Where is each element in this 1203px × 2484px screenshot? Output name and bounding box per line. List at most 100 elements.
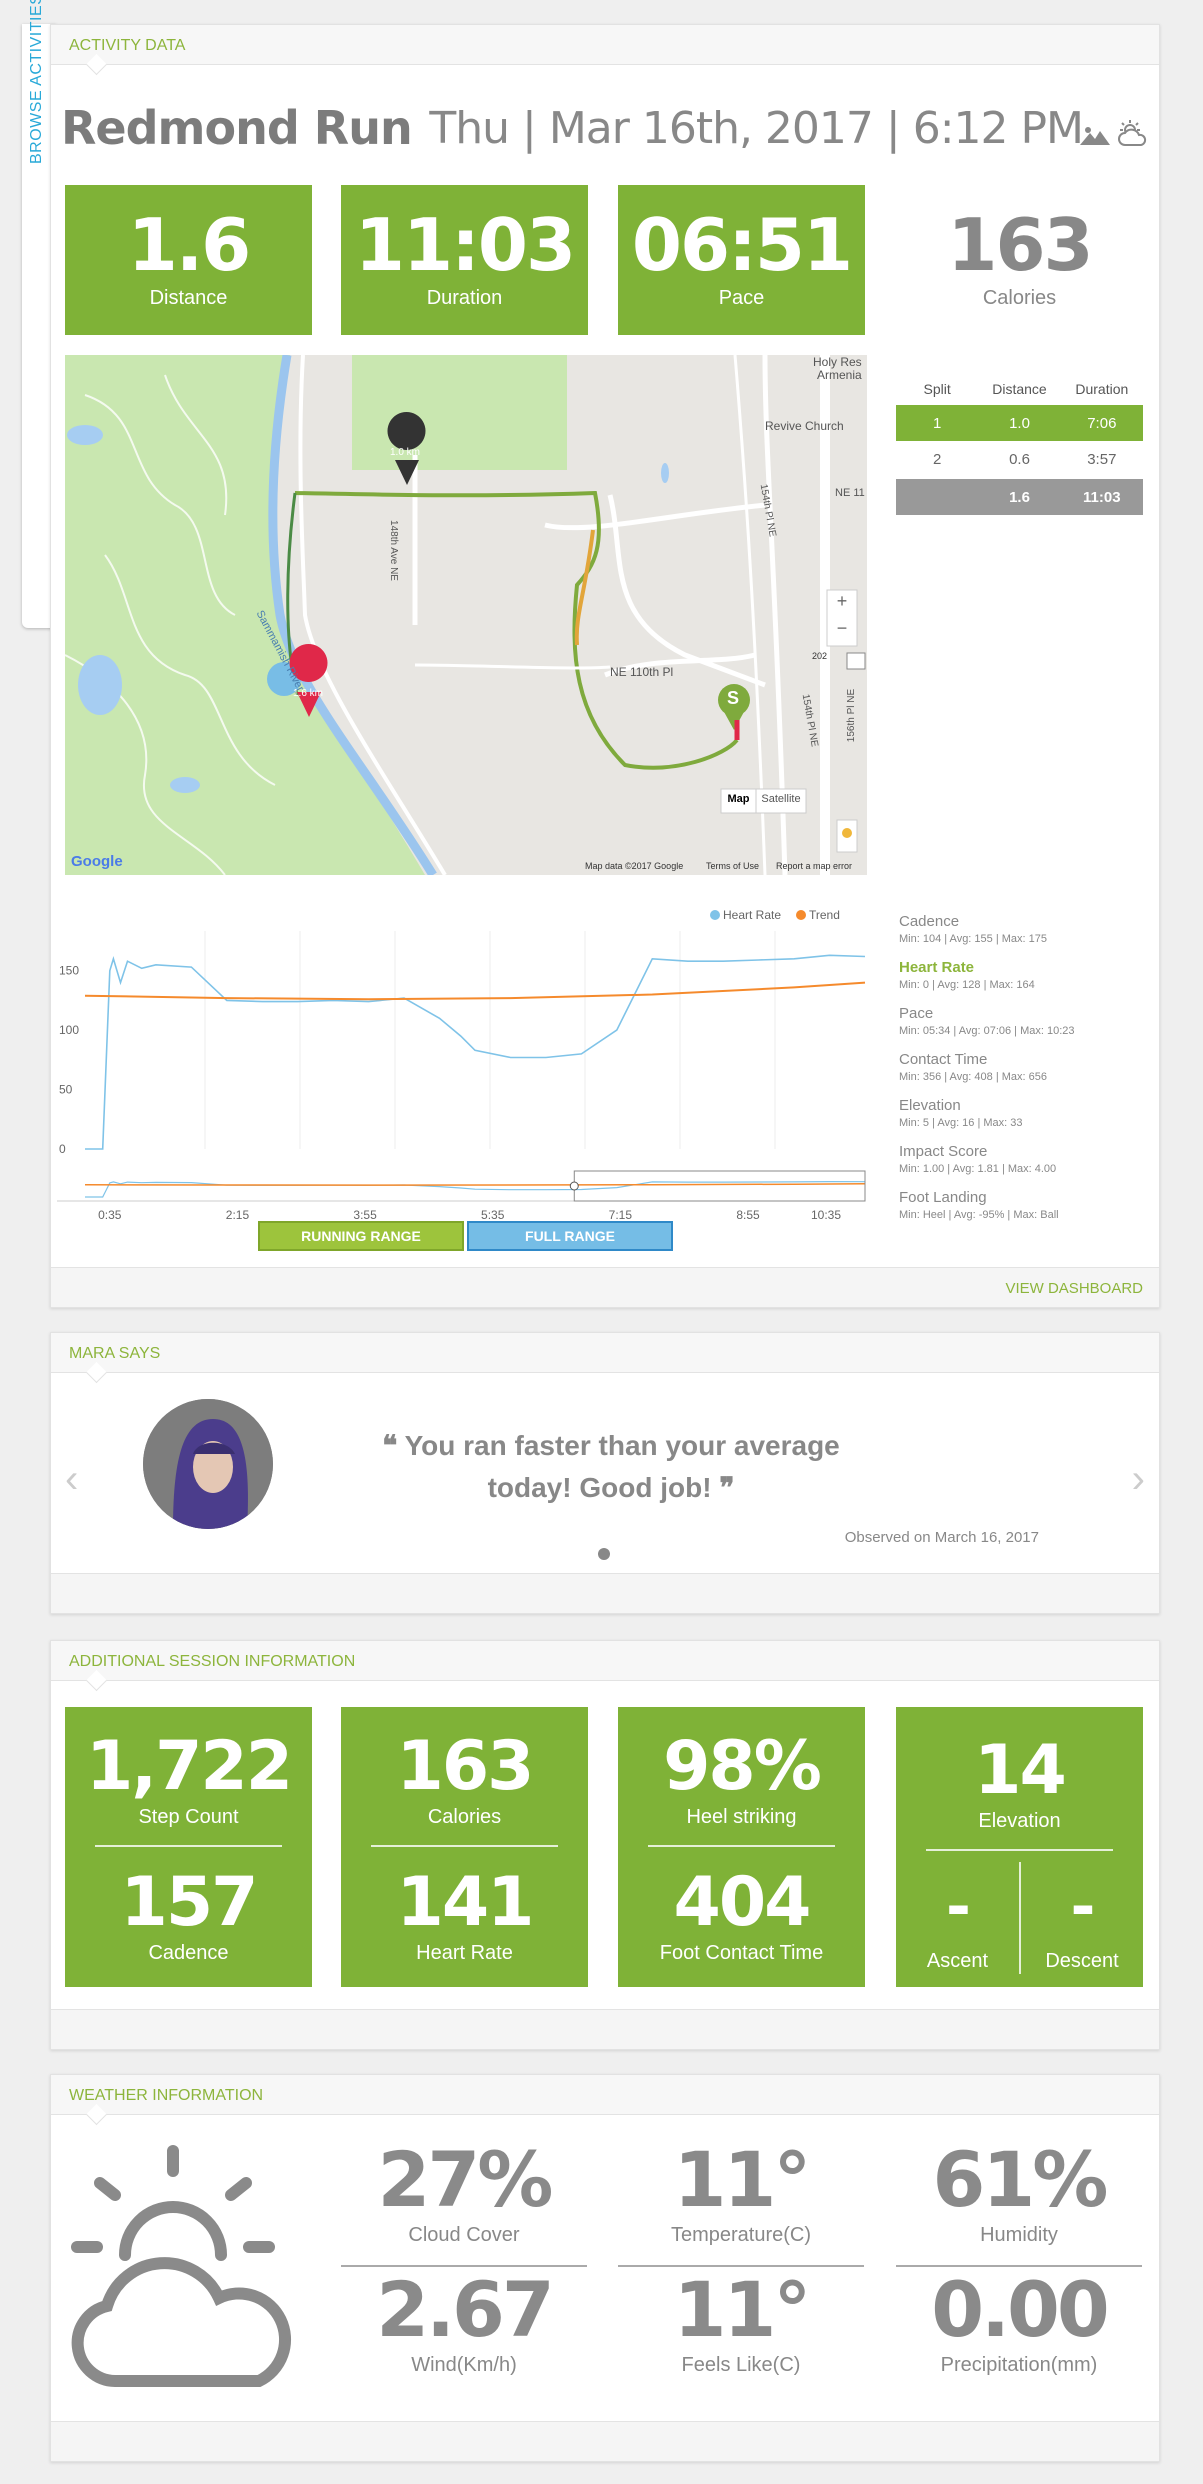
metric-foot-landing[interactable]: Foot Landing Min: Heel | Avg: -95% | Max:…	[899, 1189, 1149, 1221]
metric-elevation[interactable]: Elevation Min: 5 | Avg: 16 | Max: 33	[899, 1097, 1149, 1129]
cadence-value: 157	[120, 1863, 259, 1942]
x-tick-label: 2:15	[226, 1208, 250, 1221]
y-tick-label: 150	[59, 964, 79, 978]
heart-rate-line	[85, 954, 866, 1150]
stat-pace: 06:51 Pace	[618, 185, 865, 335]
mountain-icon	[1079, 127, 1110, 145]
splits-header-row: Split Distance Duration	[896, 373, 1143, 405]
legend-heart-rate-swatch	[710, 910, 720, 920]
view-dashboard-link[interactable]: VIEW DASHBOARD	[1005, 1280, 1143, 1297]
heart-rate-value: 141	[396, 1863, 535, 1942]
terms-link[interactable]: Terms of Use	[706, 861, 759, 871]
chevron-left-icon[interactable]: ‹	[65, 1457, 78, 1502]
trend-line	[84, 981, 866, 1001]
metric-name: Heart Rate	[899, 959, 975, 976]
partly-cloudy-icon	[1118, 120, 1147, 146]
feels-like: 11° Feels Like(C)	[618, 2265, 864, 2377]
heart-rate-chart[interactable]: Heart Rate Trend 150 100 50 0 0:35 2:15 3:55 5:35…	[57, 901, 877, 1221]
split-number: 1	[932, 414, 942, 432]
descent-block: - Descent	[1021, 1872, 1143, 1973]
pegman-icon[interactable]	[837, 820, 857, 852]
zoom-in-button[interactable]: +	[827, 591, 857, 612]
metric-name: Foot Landing	[899, 1189, 987, 1206]
map-label-156th: 156th Pl NE	[846, 688, 858, 743]
metric-name: Contact Time	[899, 1051, 988, 1068]
duration-value: 11:03	[354, 203, 576, 287]
descent-label: Descent	[1045, 1950, 1119, 1972]
quote-open-icon: ❝	[382, 1430, 398, 1461]
y-tick-label: 50	[59, 1083, 73, 1097]
precipitation-value: 0.00	[931, 2265, 1110, 2354]
splits-header-distance: Distance	[992, 381, 1047, 397]
metric-cadence[interactable]: Cadence Min: 104 | Avg: 155 | Max: 175	[899, 913, 1149, 945]
navigator-handle[interactable]	[569, 1181, 579, 1191]
navigator-trend	[84, 1183, 866, 1186]
metric-stats: Min: 05:34 | Avg: 07:06 | Max: 10:23	[899, 1025, 1075, 1037]
session-card-elevation: 14 Elevation - Ascent - Descent	[896, 1707, 1143, 1987]
distance-value: 1.6	[127, 203, 252, 287]
ascent-block: - Ascent	[896, 1872, 1019, 1973]
humidity: 61% Humidity	[896, 2135, 1142, 2247]
calories-value: 163	[947, 203, 1093, 287]
split-duration: 3:57	[1087, 450, 1117, 468]
splits-table: Split Distance Duration 1 1.0 7:06 2 0.6…	[896, 373, 1143, 515]
humidity-label: Humidity	[980, 2224, 1058, 2246]
marker-1km[interactable]: 1.0 km	[390, 447, 420, 458]
metric-stats: Min: Heel | Avg: -95% | Max: Ball	[899, 1209, 1059, 1221]
y-tick-label: 100	[59, 1023, 79, 1037]
x-tick-label: 8:55	[736, 1208, 760, 1221]
table-row[interactable]: 2 0.6 3:57	[896, 441, 1143, 477]
map-type-button[interactable]: Map	[721, 793, 756, 805]
metric-stats: Min: 104 | Avg: 155 | Max: 175	[899, 933, 1047, 945]
cloud-cover-value: 27%	[377, 2135, 554, 2224]
map-label-148th: 148th Ave NE	[387, 520, 399, 581]
map-data-credit: Map data ©2017 Google	[585, 861, 684, 871]
zoom-out-button[interactable]: −	[827, 618, 857, 639]
table-row[interactable]: 1 1.0 7:06	[896, 405, 1143, 441]
x-tick-label: 7:15	[609, 1208, 633, 1221]
stat-calories: 163 Calories	[896, 185, 1143, 335]
route-map[interactable]: Holy Res Armenia Revive Church NE 11 148…	[65, 355, 867, 875]
browse-activities-label: BROWSE ACTIVITIES	[28, 0, 45, 164]
session-calories-value: 163	[396, 1727, 535, 1806]
x-tick-label: 3:55	[353, 1208, 377, 1221]
heart-rate-label: Heart Rate	[416, 1942, 513, 1964]
session-card-calories: 163 Calories 141 Heart Rate	[341, 1707, 588, 1987]
x-tick-label: 0:35	[98, 1208, 122, 1221]
marker-1-6km[interactable]: 1.6 km	[293, 688, 323, 699]
start-marker[interactable]: S	[727, 688, 739, 709]
divider	[647, 1845, 836, 1847]
chevron-right-icon[interactable]: ›	[1132, 1457, 1145, 1502]
google-logo: Google	[71, 853, 123, 870]
pace-label: Pace	[718, 287, 765, 309]
mara-panel: MARA SAYS ‹ ❝ You ran faster than your a…	[50, 1332, 1160, 1614]
carousel-dot[interactable]	[598, 1548, 610, 1560]
foot-contact-value: 404	[673, 1863, 812, 1942]
navigator-selection[interactable]	[573, 1170, 866, 1202]
activity-panel: ACTIVITY DATA Redmond Run Thu | Mar 16th…	[50, 24, 1160, 1308]
mara-carousel: ‹ ❝ You ran faster than your average tod…	[51, 1373, 1159, 1575]
full-range-button[interactable]: FULL RANGE	[467, 1221, 673, 1251]
satellite-type-button[interactable]: Satellite	[756, 793, 806, 805]
descent-value: -	[1070, 1872, 1096, 1942]
split-distance: 1.0	[1009, 414, 1030, 432]
session-panel-footer	[51, 2009, 1159, 2049]
calories-label: Calories	[982, 287, 1057, 309]
metric-name: Pace	[899, 1005, 934, 1022]
avatar	[143, 1399, 273, 1529]
metric-stats: Min: 1.00 | Avg: 1.81 | Max: 4.00	[899, 1163, 1057, 1175]
temperature: 11° Temperature(C)	[618, 2135, 864, 2247]
metric-impact-score[interactable]: Impact Score Min: 1.00 | Avg: 1.81 | Max:…	[899, 1143, 1149, 1175]
running-range-button[interactable]: RUNNING RANGE	[258, 1221, 464, 1251]
metric-pace[interactable]: Pace Min: 05:34 | Avg: 07:06 | Max: 10:23	[899, 1005, 1149, 1037]
weather-panel: WEATHER INFORMATION 27% Cloud Cover 11° Te…	[50, 2074, 1160, 2462]
activity-title: Redmond Run	[61, 101, 413, 155]
total-distance: 1.6	[1009, 488, 1030, 506]
precipitation-label: Precipitation(mm)	[940, 2354, 1098, 2376]
metric-heart-rate[interactable]: Heart Rate Min: 0 | Avg: 128 | Max: 164	[899, 959, 1149, 991]
x-tick-label: 10:35	[811, 1208, 841, 1221]
metric-stats: Min: 356 | Avg: 408 | Max: 656	[899, 1071, 1047, 1083]
split-distance: 0.6	[1009, 450, 1030, 468]
report-error-link[interactable]: Report a map error	[776, 861, 852, 871]
metric-contact-time[interactable]: Contact Time Min: 356 | Avg: 408 | Max: 6…	[899, 1051, 1149, 1083]
